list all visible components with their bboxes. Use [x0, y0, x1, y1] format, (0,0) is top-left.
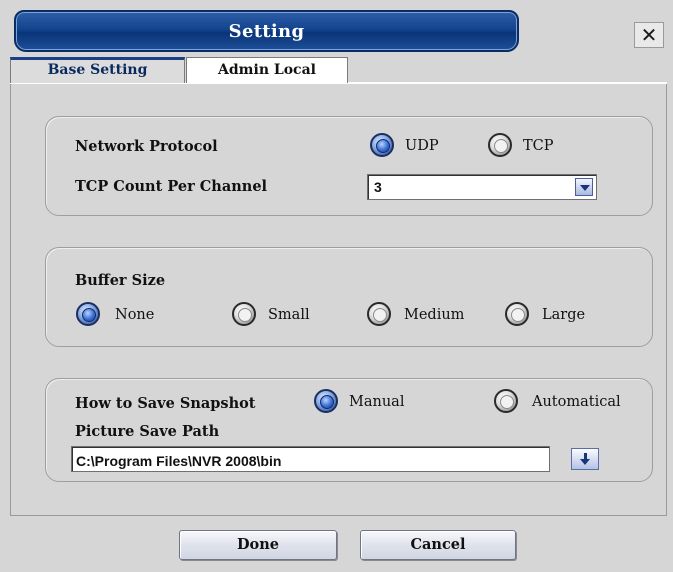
- setting-dialog: Setting ✕ Base Setting Admin Local Netwo…: [0, 0, 673, 572]
- radio-buffer-small-label: Small: [268, 307, 310, 323]
- title-bar[interactable]: Setting: [14, 10, 519, 52]
- chevron-down-icon: [580, 185, 590, 191]
- window-title: Setting: [228, 21, 305, 42]
- buffer-group: [45, 247, 653, 347]
- close-button[interactable]: ✕: [634, 22, 664, 48]
- tcp-count-label: TCP Count Per Channel: [75, 178, 268, 195]
- radio-buffer-medium-label: Medium: [404, 307, 465, 323]
- radio-manual[interactable]: [314, 389, 338, 413]
- radio-automatical[interactable]: [494, 389, 518, 413]
- tab-base-setting-label: Base Setting: [47, 62, 148, 78]
- picture-save-path-label: Picture Save Path: [75, 423, 220, 440]
- radio-buffer-large-label: Large: [542, 307, 586, 323]
- radio-udp[interactable]: [370, 133, 394, 157]
- save-snapshot-label: How to Save Snapshot: [75, 395, 256, 412]
- picture-save-path-input[interactable]: [71, 446, 550, 472]
- done-button[interactable]: Done: [179, 530, 337, 560]
- radio-automatical-label: Automatical: [532, 394, 621, 410]
- tab-admin-local-label: Admin Local: [218, 62, 316, 78]
- radio-buffer-medium[interactable]: [367, 302, 391, 326]
- radio-udp-label: UDP: [405, 138, 439, 154]
- tab-base-setting[interactable]: Base Setting: [10, 57, 185, 83]
- radio-tcp-label: TCP: [523, 138, 554, 154]
- radio-buffer-none[interactable]: [76, 302, 100, 326]
- radio-buffer-none-label: None: [115, 307, 155, 323]
- browse-button[interactable]: [571, 448, 599, 470]
- cancel-button[interactable]: Cancel: [360, 530, 516, 560]
- close-icon: ✕: [640, 23, 658, 47]
- tab-admin-local[interactable]: Admin Local: [186, 57, 348, 83]
- tcp-count-value: 3: [374, 179, 382, 195]
- network-group: [45, 116, 653, 216]
- network-protocol-label: Network Protocol: [75, 138, 218, 155]
- radio-manual-label: Manual: [349, 394, 405, 410]
- radio-buffer-small[interactable]: [232, 302, 256, 326]
- radio-buffer-large[interactable]: [505, 302, 529, 326]
- buffer-size-label: Buffer Size: [75, 272, 166, 289]
- dropdown-button[interactable]: [575, 178, 593, 196]
- radio-tcp[interactable]: [488, 133, 512, 157]
- tcp-count-select[interactable]: 3: [367, 174, 597, 200]
